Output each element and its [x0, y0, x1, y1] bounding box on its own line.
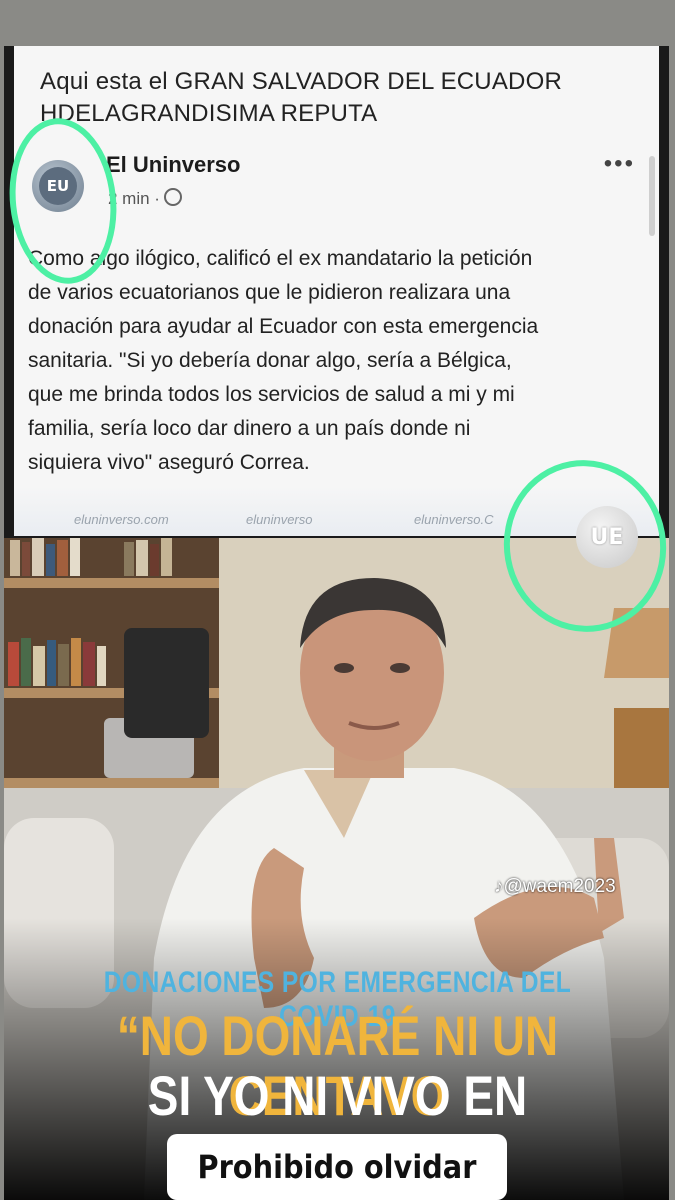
- watermark-text: eluninverso.com: [74, 512, 169, 527]
- post-timestamp[interactable]: 2 min ·: [108, 188, 182, 209]
- post-body-line: familia, sería loco dar dinero a un país…: [28, 417, 471, 440]
- scrollbar[interactable]: [649, 156, 655, 236]
- post-body: Como algo ilógico, calificó el ex mandat…: [28, 242, 658, 480]
- globe-icon: [163, 188, 182, 206]
- watermark-text: eluninverso.C: [414, 512, 494, 527]
- page-name-link[interactable]: El Uninverso: [106, 152, 240, 178]
- post-header-text: Aqui esta el GRAN SALVADOR DEL ECUADOR H…: [40, 66, 650, 130]
- more-options-icon[interactable]: •••: [604, 150, 635, 178]
- caption-sticker[interactable]: Prohibido olvidar: [167, 1134, 507, 1200]
- watermark-text: eluninverso: [246, 512, 313, 527]
- post-body-line: de varios ecuatorianos que le pidieron r…: [28, 281, 511, 304]
- tiktok-handle: @waem2023: [503, 876, 616, 897]
- post-body-line: sanitaria. "Si yo debería donar algo, se…: [28, 349, 512, 372]
- header-line-1: Aqui esta el GRAN SALVADOR DEL ECUADOR: [40, 68, 562, 95]
- post-body-line: donación para ayudar al Ecuador con esta…: [28, 315, 539, 338]
- post-body-line: que me brinda todos los servicios de sal…: [28, 383, 515, 406]
- post-body-line: Como algo ilógico, calificó el ex mandat…: [28, 247, 533, 270]
- tiktok-watermark: ♪@waem2023: [494, 876, 616, 898]
- header-line-2: HDELAGRANDISIMA REPUTA: [40, 100, 378, 127]
- tiktok-icon: ♪: [494, 876, 504, 897]
- caption-text: Prohibido olvidar: [197, 1148, 477, 1186]
